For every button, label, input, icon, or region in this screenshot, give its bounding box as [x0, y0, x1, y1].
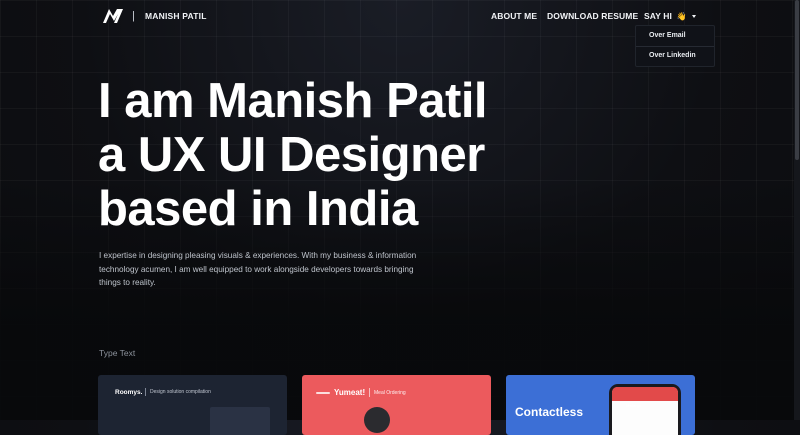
card-title: Roomys. [115, 389, 143, 396]
card-title: Contactless [515, 405, 584, 419]
phone-app-label: Mstarge [626, 403, 642, 408]
card-preview-image [364, 407, 390, 433]
hero-line-2: a UX UI Designer [98, 128, 485, 182]
say-hi-dropdown: Over Email Over Linkedin [635, 25, 715, 67]
hero-description: I expertise in designing pleasing visual… [99, 251, 417, 288]
wave-emoji-icon: 👋 [676, 12, 687, 21]
hero-heading: I am Manish Patil a UX UI Designer based… [98, 74, 488, 236]
card-divider [369, 388, 370, 397]
project-card-yumeat[interactable]: Yumeat! Meal Ordering [302, 375, 491, 435]
brand-name[interactable]: MANISH PATIL [145, 11, 207, 21]
dropdown-over-email[interactable]: Over Email [649, 32, 686, 39]
chevron-down-icon [692, 15, 697, 19]
project-card-roomys[interactable]: Roomys. Design solution compilation [98, 375, 287, 435]
say-hi-label: SAY HI [644, 11, 673, 21]
hero-line-1: I am Manish Patil [98, 74, 488, 128]
card-divider [145, 388, 146, 396]
card-phone-mockup: Mstarge [609, 384, 681, 435]
nav-separator: | [132, 10, 135, 22]
hero-line-3: based in India [98, 182, 418, 236]
card-preview-image [210, 407, 270, 435]
card-subtitle: Design solution compilation [150, 389, 211, 395]
nav-about-me[interactable]: ABOUT ME [491, 11, 537, 21]
project-card-contactless[interactable]: Contactless Mstarge [506, 375, 695, 435]
phone-header [612, 387, 678, 401]
logo-m-icon[interactable] [103, 9, 123, 23]
section-label: Type Text [99, 348, 136, 358]
page-scrollbar[interactable] [794, 0, 800, 420]
nav-download-resume[interactable]: DOWNLOAD RESUME [547, 11, 638, 21]
nav-say-hi[interactable]: SAY HI 👋 [644, 11, 697, 21]
card-logo-swoosh-icon [316, 392, 330, 394]
card-subtitle: Meal Ordering [374, 390, 406, 396]
card-title: Yumeat! [334, 388, 366, 397]
dropdown-divider [636, 46, 714, 47]
dropdown-over-linkedin[interactable]: Over Linkedin [649, 52, 696, 59]
scrollbar-thumb[interactable] [795, 0, 799, 160]
